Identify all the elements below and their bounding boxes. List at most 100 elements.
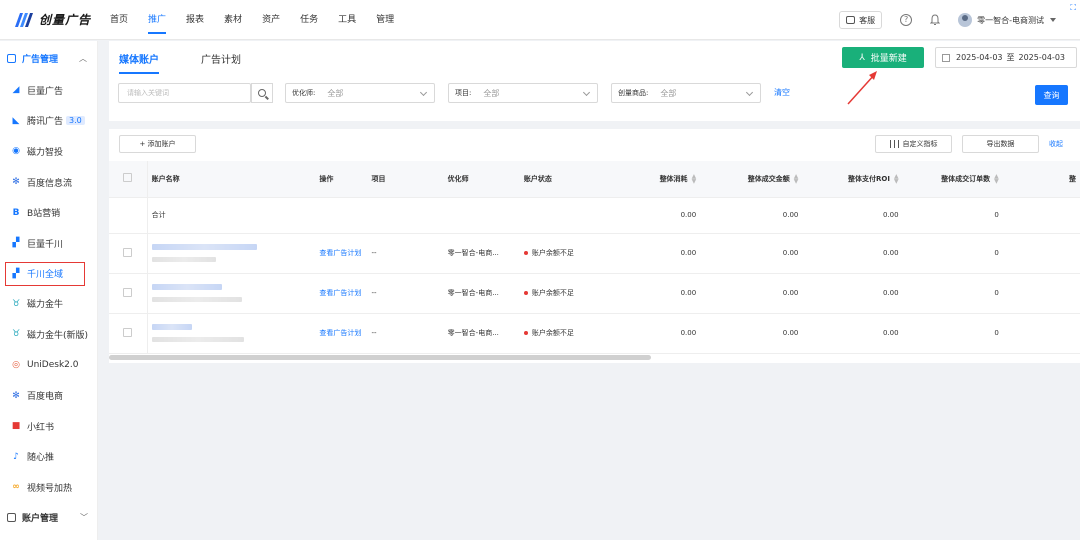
filter-panel: 媒体账户 广告计划 ⅄ 批量新建 2025-04-03 至 2025-04-03… — [109, 41, 1080, 121]
table-row[interactable]: 查看广告计划 -- 零一智合-电商... 账户余额不足 0.00 0.00 0.00 0 — [109, 313, 1080, 354]
view-ad-plans-link[interactable]: 查看广告计划 — [315, 233, 368, 274]
qianchuan-icon: ▞ — [12, 238, 20, 249]
row-checkbox-cell[interactable] — [109, 233, 148, 274]
gmv-cell: 0.00 — [700, 313, 803, 354]
status-cell: 账户余额不足 — [519, 273, 608, 314]
row-checkbox[interactable] — [123, 287, 133, 297]
avatar[interactable] — [958, 13, 973, 27]
fullscreen-icon[interactable]: ⛶ — [1070, 3, 1076, 13]
ocean-engine-icon: ◢ — [12, 85, 20, 96]
col-roi[interactable]: 整体支付ROI ▲ ▼ — [802, 161, 903, 198]
sidebar-section-account-management[interactable]: 账户管理 ﹀ — [0, 507, 98, 527]
query-button[interactable]: 查询 — [1035, 85, 1068, 105]
chevron-down-icon[interactable] — [1050, 18, 1056, 22]
table-row[interactable]: 查看广告计划 -- 零一智合-电商... 账户余额不足 0.00 0.00 0.00 0 — [109, 233, 1080, 274]
select-all-checkbox[interactable] — [123, 173, 133, 183]
total-empty-cell — [367, 197, 444, 234]
col-orders[interactable]: 整体成交订单数 ▲ ▼ — [902, 161, 1003, 198]
sidebar-item-1[interactable]: ◣ 腾讯广告 3.0 — [0, 106, 97, 137]
batch-create-button[interactable]: ⅄ 批量新建 — [842, 47, 924, 68]
sort-icon[interactable]: ▲ ▼ — [794, 173, 799, 184]
col-roi-label: 整体支付ROI — [848, 174, 890, 183]
project-select[interactable]: 项目: 全部 — [448, 83, 598, 103]
orders-cell: 0 — [902, 233, 1003, 274]
product-select[interactable]: 创量商品: 全部 — [611, 83, 761, 103]
select-all-cell[interactable] — [109, 161, 148, 198]
nav-management[interactable]: 管理 — [376, 0, 394, 40]
account-name-redacted — [151, 324, 192, 330]
sidebar-item-9[interactable]: ◎ UniDesk2.0 — [0, 350, 97, 381]
row-checkbox-cell[interactable] — [109, 313, 148, 354]
col-gmv[interactable]: 整体成交金额 ▲ ▼ — [700, 161, 803, 198]
version-badge: 3.0 — [66, 116, 85, 126]
sidebar-item-4[interactable]: B B站营销 — [0, 197, 97, 228]
sidebar-item-6[interactable]: ▞ 千川全域 — [5, 261, 85, 286]
nav-assets[interactable]: 资产 — [262, 0, 280, 40]
nav-materials[interactable]: 素材 — [224, 0, 242, 40]
xiaohongshu-icon: ■ — [11, 421, 21, 432]
account-id-redacted — [151, 257, 216, 262]
sidebar-item-2[interactable]: ◉ 磁力智投 — [0, 136, 97, 167]
tab-ad-plans[interactable]: 广告计划 — [201, 51, 241, 66]
sort-icon[interactable]: ▲ ▼ — [692, 173, 697, 184]
table-header-row: 账户名称 操作 项目 优化师 账户状态 整体消耗 ▲ ▼ 整体成交金额 ▲ ▼ 整体支付… — [109, 161, 1080, 198]
nav-reports[interactable]: 报表 — [186, 0, 204, 40]
view-ad-plans-link[interactable]: 查看广告计划 — [315, 273, 368, 314]
bell-icon[interactable] — [929, 14, 941, 26]
collapse-link[interactable]: 收起 — [1049, 139, 1063, 149]
col-spend[interactable]: 整体消耗 ▲ ▼ — [608, 161, 701, 198]
total-empty-cell — [1002, 197, 1080, 234]
topbar-right: 客服 ? 零一智合-电商测试 — [839, 0, 1056, 40]
custom-metrics-button[interactable]: 自定义指标 — [875, 135, 952, 153]
status-cell: 账户余额不足 — [519, 233, 608, 274]
sidebar-item-label: 百度信息流 — [27, 178, 73, 189]
sidebar-item-5[interactable]: ▞ 巨量千川 — [0, 228, 97, 259]
sidebar-item-10[interactable]: ✻ 百度电商 — [0, 380, 97, 411]
status-dot-icon — [523, 251, 528, 255]
nav-promotion[interactable]: 推广 — [148, 0, 167, 40]
nav-home[interactable]: 首页 — [110, 0, 128, 40]
table-row[interactable]: 查看广告计划 -- 零一智合-电商... 账户余额不足 0.00 0.00 0.00 0 — [109, 273, 1080, 314]
sidebar-item-0[interactable]: ◢ 巨量广告 — [0, 75, 97, 106]
unidesk-icon: ◎ — [12, 360, 20, 371]
nav-tools[interactable]: 工具 — [338, 0, 356, 40]
sort-icon[interactable]: ▲ ▼ — [894, 173, 899, 184]
col-spend-label: 整体消耗 — [659, 174, 688, 183]
optimizer-select[interactable]: 优化师: 全部 — [285, 83, 435, 103]
export-data-button[interactable]: 导出数据 — [962, 135, 1039, 153]
sidebar-item-7[interactable]: ♉ 磁力金牛 — [0, 289, 97, 320]
sidebar-item-13[interactable]: ∞ 视频号加热 — [0, 472, 97, 503]
sidebar-item-3[interactable]: ✻ 百度信息流 — [0, 167, 97, 198]
chevron-down-icon: ﹀ — [80, 512, 88, 522]
view-ad-plans-link[interactable]: 查看广告计划 — [315, 313, 368, 354]
search-button[interactable] — [251, 83, 273, 103]
horizontal-scrollbar[interactable] — [109, 355, 651, 360]
account-id-redacted — [151, 297, 242, 302]
row-checkbox-cell[interactable] — [109, 273, 148, 314]
status-text: 账户余额不足 — [531, 249, 574, 257]
user-name[interactable]: 零一智合-电商测试 — [977, 15, 1044, 26]
customer-service-button[interactable]: 客服 — [839, 11, 883, 29]
baidu-paw-icon: ✻ — [12, 177, 20, 188]
cili-jinniu-icon: ♉ — [11, 298, 21, 309]
row-checkbox[interactable] — [123, 327, 133, 337]
help-icon[interactable]: ? — [900, 14, 913, 26]
clear-filters-link[interactable]: 清空 — [774, 87, 790, 98]
nav-tasks[interactable]: 任务 — [300, 0, 318, 40]
add-account-button[interactable]: + 添加账户 — [119, 135, 196, 153]
account-name-redacted — [151, 244, 257, 250]
baidu-ecommerce-icon: ✻ — [12, 390, 20, 401]
total-empty-cell — [519, 197, 608, 234]
search-input[interactable]: 请输入关键词 — [118, 83, 251, 103]
row-checkbox[interactable] — [123, 247, 133, 257]
tab-media-accounts[interactable]: 媒体账户 — [119, 51, 159, 74]
sidebar-section-ad-management[interactable]: 广告管理 ︿ — [0, 41, 97, 75]
date-range-picker[interactable]: 2025-04-03 至 2025-04-03 — [935, 47, 1077, 68]
sidebar-item-11[interactable]: ■ 小红书 — [0, 411, 97, 442]
sidebar-item-label: 千川全域 — [27, 270, 64, 281]
spend-cell: 0.00 — [608, 273, 701, 314]
logo[interactable]: 创量广告 — [14, 11, 110, 28]
sidebar-item-8[interactable]: ♉ 磁力金牛(新版) — [0, 319, 97, 350]
sort-icon[interactable]: ▲ ▼ — [994, 173, 999, 184]
sidebar-item-12[interactable]: ♪ 随心推 — [0, 442, 97, 473]
